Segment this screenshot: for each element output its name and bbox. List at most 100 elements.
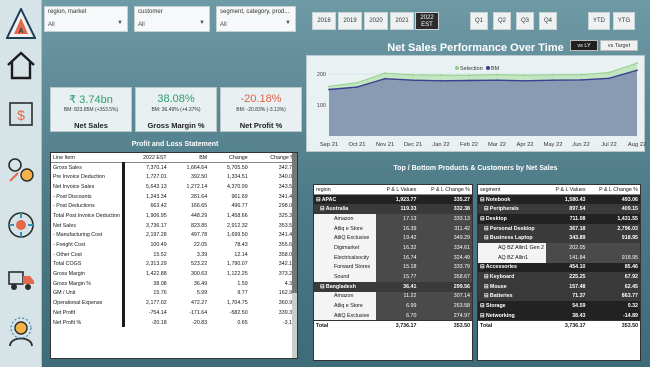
table-row[interactable]: ⊟ Personal Desktop 367.18 2,796.03 (478, 223, 640, 234)
region-table[interactable]: region P & L Values P & L Change % ⊟ APAC 1,… (313, 184, 473, 361)
table-row[interactable]: ⊟ Accessories 454.10 85.46 (478, 262, 640, 273)
kpi-value: 38.08% (157, 93, 195, 105)
table-row[interactable]: ⊟ APAC 1,923.77 335.27 (314, 194, 472, 205)
table-row[interactable]: Operational Expense 2,177.02 472.27 1,704.7… (51, 298, 297, 308)
table-row[interactable]: GM / Unit 15.76 5.99 9.77 162.95 (51, 288, 297, 299)
cell-value: 71.37 (545, 291, 588, 302)
customer-slicer[interactable]: customer All ▼ (134, 6, 210, 32)
table-row[interactable]: ⊟ Notebook 1,580.43 493.06 (478, 194, 640, 205)
cell-value: 225.25 (545, 272, 588, 282)
table-row[interactable]: ⊟ Peripherals 897.54 409.15 (478, 204, 640, 215)
table-row[interactable]: - Other Cost 15.52 3.39 12.14 358.03 (51, 249, 297, 260)
table-row[interactable]: Digimarket 16.32 334.61 (314, 243, 472, 253)
ytd-button[interactable]: YTD (588, 12, 610, 30)
point-selection (468, 74, 470, 77)
home-icon[interactable] (4, 48, 38, 82)
year-2021-button[interactable]: 2021 (390, 12, 414, 30)
quarter-q4-button[interactable]: Q4 (539, 12, 557, 30)
pl-scrollbar[interactable] (292, 153, 297, 358)
x-tick-label: Mar 22 (488, 142, 506, 148)
slicer-label: segment, category, prod... (220, 9, 290, 15)
pl-title: Profit and Loss Statement (131, 141, 219, 148)
table-row[interactable]: - Freight Cost 100.49 22.05 78.43 355.64 (51, 240, 297, 250)
vs-ly-toggle[interactable]: vs LY (570, 40, 598, 51)
cell-value: 5,705.50 (227, 164, 248, 171)
cell-value: 0.32 (587, 301, 640, 311)
cell-value: 166.65 (190, 203, 208, 210)
table-row[interactable]: Total COGS 2,313.29 523.22 1,790.07 342.13 (51, 259, 297, 270)
point-bm (580, 78, 582, 81)
table-row[interactable]: Total Post Invoice Deduction 1,906.95 448.… (51, 211, 297, 221)
row-label: ⊟ Bangladesh (314, 281, 376, 292)
quarter-q1-button[interactable]: Q1 (470, 12, 488, 30)
cell-value: 497.78 (190, 232, 208, 239)
table-row[interactable]: ⊟ Keyboard 225.25 67.92 (478, 272, 640, 282)
table-row[interactable]: ⊟ Batteries 71.37 863.77 (478, 291, 640, 302)
table-row[interactable]: AtliQ Exclusive 6.70 274.97 (314, 310, 472, 321)
table-row[interactable]: - Post Deductions 663.42 166.65 496.77 298.0… (51, 201, 297, 212)
table-row[interactable]: AQ BZ Allin1 141.84 918.95 (478, 252, 640, 263)
table-row[interactable]: Net Invoice Sales 5,643.13 1,272.14 4,370.9… (51, 182, 297, 192)
cell-value: 15.18 (376, 262, 419, 273)
finance-icon[interactable]: $ (4, 97, 38, 131)
cell-value: 1.59 (237, 280, 248, 287)
table-row[interactable]: Amazon 17.13 333.13 (314, 214, 472, 224)
table-row[interactable]: Atliq e Store 6.99 263.58 (314, 301, 472, 311)
sales-icon[interactable] (4, 153, 38, 187)
table-row[interactable]: Gross Sales 7,370.14 1,664.64 5,705.50 342.7… (51, 162, 297, 173)
table-row[interactable]: ⊟ Networking 38.43 -14.89 (478, 310, 640, 321)
ytg-button[interactable]: YTG (613, 12, 635, 30)
table-row[interactable]: Net Sales 3,736.17 823.85 2,912.32 353.50 (51, 220, 297, 231)
quarter-q3-button[interactable]: Q3 (516, 12, 534, 30)
pl-table[interactable]: Line Item 2022 EST BM Change Change % Gross S… (50, 152, 298, 359)
table-row[interactable]: ⊟ Mouse 157.48 62.45 (478, 281, 640, 292)
segment-slicer[interactable]: segment, category, prod... All ▼ (216, 6, 296, 32)
year-2020-button[interactable]: 2020 (364, 12, 388, 30)
table-row[interactable]: AtliQ Exclusive 19.42 349.29 (314, 233, 472, 244)
x-tick-label: Aug 22 (628, 142, 646, 148)
cell-value: 493.06 (587, 194, 640, 205)
table-row[interactable]: - Post Discounts 1,243.34 281.64 961.69 341.… (51, 191, 297, 202)
vs-target-toggle[interactable]: vs Target (600, 40, 638, 51)
table-row[interactable]: AQ BZ Allin1 Gen 2 202.05 (478, 243, 640, 253)
table-row[interactable]: ⊟ Storage 54.59 0.32 (478, 301, 640, 311)
table-row[interactable]: Atliq e Store 16.39 311.42 (314, 223, 472, 234)
x-tick-label: Jun 22 (572, 142, 589, 148)
table-row[interactable]: ⊟ Desktop 711.08 1,431.55 (478, 214, 640, 224)
table-row[interactable]: ⊟ Business Laptop 343.89 918.95 (478, 233, 640, 244)
table-row[interactable]: Gross Margin % 38.08 36.49 1.59 4.37 (51, 278, 297, 289)
table-row[interactable]: ⊟ Bangladesh 36.41 299.56 (314, 281, 472, 292)
x-tick-label: Oct 21 (348, 142, 365, 148)
region-market-slicer[interactable]: region, market All ▼ (44, 6, 128, 32)
quarter-q2-button[interactable]: Q2 (493, 12, 511, 30)
table-row[interactable]: Amazon 11.22 307.14 (314, 291, 472, 302)
row-label: ⊟ Keyboard (478, 272, 546, 282)
cell-value: 1,704.75 (227, 300, 248, 307)
cell-value: 341.42 (278, 232, 295, 239)
kpi-title: Gross Margin % (147, 121, 205, 130)
marketing-icon[interactable] (4, 208, 38, 242)
year-2018-button[interactable]: 2018 (312, 12, 336, 30)
cell-value: 15.77 (376, 272, 419, 282)
column-header: P & L Change % (587, 185, 640, 196)
supply-chain-icon[interactable] (4, 262, 38, 296)
table-row[interactable]: Electricalsocity 16.74 324.49 (314, 252, 472, 263)
table-row[interactable]: - Manufacturing Cost 2,197.28 497.78 1,699.… (51, 230, 297, 241)
year-2019-button[interactable]: 2019 (338, 12, 362, 30)
table-row[interactable]: Sound 15.77 358.67 (314, 272, 472, 282)
dashboard: A $ region, market All ▼ customer All ▼ … (0, 0, 650, 367)
row-label: Atliq e Store (314, 223, 376, 234)
table-row[interactable]: Net Profit % -20.18 -20.83 0.65 -3.13 (51, 317, 297, 328)
table-row[interactable]: Pre Invoice Deduction 1,727.01 392.50 1,334… (51, 172, 297, 183)
cell-value: 16.74 (376, 252, 419, 263)
segment-table[interactable]: segment P & L Values P & L Change % ⊟ Noteb… (477, 184, 641, 361)
year-2022-est-button[interactable]: 2022 EST (415, 12, 439, 30)
table-row[interactable]: ⊟ Australia 119.33 332.38 (314, 204, 472, 215)
cell-value: 409.15 (587, 204, 640, 215)
table-row[interactable]: Net Profit -754.14 -171.64 -582.50 339.37 (51, 308, 297, 318)
cell-value: 358.67 (418, 272, 472, 282)
table-row[interactable]: Forward Stores 15.18 333.79 (314, 262, 472, 273)
executive-icon[interactable] (4, 316, 38, 350)
cell-value: 9.77 (237, 290, 248, 297)
table-row[interactable]: Gross Margin 1,422.88 300.63 1,122.25 373.29 (51, 269, 297, 279)
